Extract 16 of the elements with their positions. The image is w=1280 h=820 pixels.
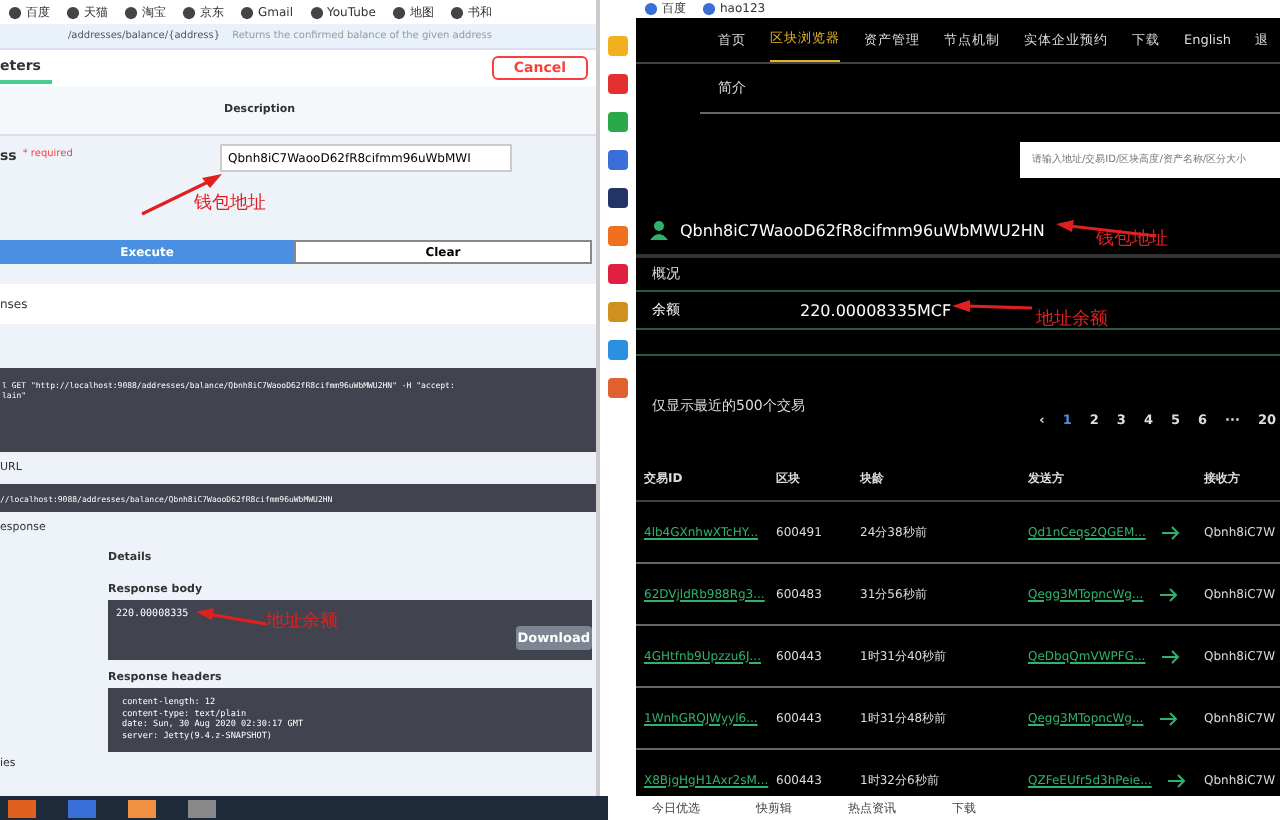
taskbar-icon[interactable] <box>8 799 36 817</box>
annotation-text: 地址余额 <box>1036 307 1108 332</box>
arrow-icon <box>1167 773 1186 787</box>
annotation-text: 地址余额 <box>266 609 338 634</box>
wallet-address: Qbnh8iC7WaooD62fR8cifmm96uWbMWU2HN <box>680 221 1045 239</box>
arrow-icon <box>1161 525 1180 539</box>
arrow-icon <box>1159 587 1178 601</box>
taskbar-icon[interactable] <box>128 799 156 817</box>
taskbar-icon[interactable] <box>188 799 216 817</box>
user-icon <box>650 220 668 240</box>
annotation-text: 钱包地址 <box>194 191 266 216</box>
balance-value: 220.00008335MCF <box>800 301 952 319</box>
taskbar-icon[interactable] <box>68 799 96 817</box>
annotation-arrow <box>196 608 268 628</box>
arrow-icon <box>1159 711 1178 725</box>
arrow-icon <box>1161 649 1180 663</box>
